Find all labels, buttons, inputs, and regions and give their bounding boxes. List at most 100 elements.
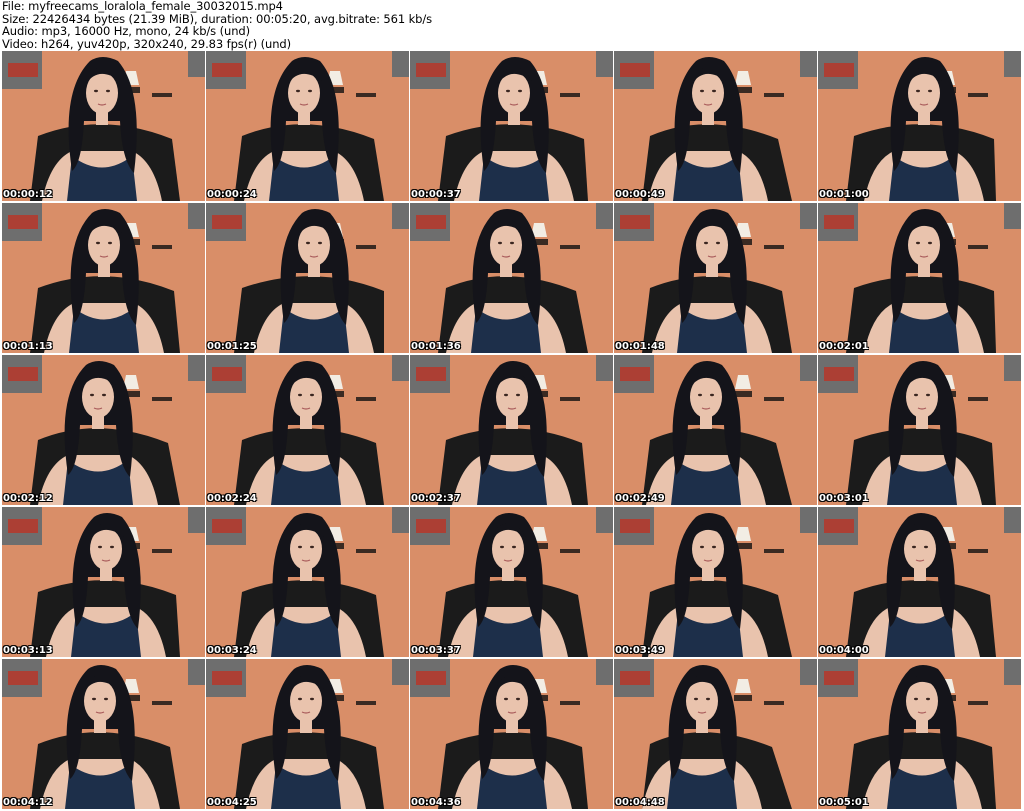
video-frame-icon — [614, 355, 817, 505]
poster-right — [392, 51, 409, 77]
thumbnail-timestamp: 00:02:37 — [411, 493, 461, 504]
thumbnail-timestamp: 00:00:12 — [3, 189, 53, 200]
video-thumbnail: 00:04:48 — [614, 659, 817, 809]
file-info-header: File: myfreecams_loralola_female_3003201… — [2, 0, 432, 50]
video-info-line: Video: h264, yuv420p, 320x240, 29.83 fps… — [2, 36, 292, 51]
video-frame-icon — [206, 659, 409, 809]
poster-right — [596, 355, 613, 381]
thumbnail-timestamp: 00:04:36 — [411, 797, 461, 808]
video-thumbnail: 00:02:01 — [818, 203, 1021, 353]
poster-right — [800, 355, 817, 381]
thumbnail-timestamp: 00:02:01 — [819, 341, 869, 352]
video-thumbnail: 00:01:48 — [614, 203, 817, 353]
thumbnail-timestamp: 00:01:13 — [3, 341, 53, 352]
video-thumbnail: 00:04:25 — [206, 659, 409, 809]
poster-right — [392, 659, 409, 685]
thumbnail-timestamp: 00:02:12 — [3, 493, 53, 504]
video-thumbnail: 00:04:12 — [2, 659, 205, 809]
thumbnail-timestamp: 00:03:37 — [411, 645, 461, 656]
poster-right — [596, 51, 613, 77]
video-frame-icon — [818, 659, 1021, 809]
thumbnail-timestamp: 00:04:12 — [3, 797, 53, 808]
video-thumbnail: 00:00:12 — [2, 51, 205, 201]
poster-right — [596, 507, 613, 533]
thumbnail-timestamp: 00:02:24 — [207, 493, 257, 504]
video-frame-icon — [410, 355, 613, 505]
poster-right — [188, 659, 205, 685]
video-thumbnail: 00:03:13 — [2, 507, 205, 657]
thumbnail-timestamp: 00:00:49 — [615, 189, 665, 200]
poster-right — [188, 51, 205, 77]
video-thumbnail: 00:01:00 — [818, 51, 1021, 201]
thumbnail-timestamp: 00:03:13 — [3, 645, 53, 656]
video-frame-icon — [410, 507, 613, 657]
thumbnail-timestamp: 00:05:01 — [819, 797, 869, 808]
video-frame-icon — [410, 659, 613, 809]
video-thumbnail: 00:03:01 — [818, 355, 1021, 505]
video-thumbnail: 00:01:25 — [206, 203, 409, 353]
video-thumbnail: 00:03:49 — [614, 507, 817, 657]
audio-info-line: Audio: mp3, 16000 Hz, mono, 24 kb/s (und… — [2, 24, 250, 38]
video-frame-icon — [2, 355, 205, 505]
thumbnail-timestamp: 00:01:48 — [615, 341, 665, 352]
poster-right — [800, 507, 817, 533]
poster-right — [1004, 51, 1021, 77]
video-thumbnail: 00:00:49 — [614, 51, 817, 201]
poster-right — [800, 51, 817, 77]
video-thumbnail: 00:01:36 — [410, 203, 613, 353]
video-thumbnail: 00:00:37 — [410, 51, 613, 201]
video-frame-icon — [206, 507, 409, 657]
thumbnail-timestamp: 00:01:36 — [411, 341, 461, 352]
thumbnail-timestamp: 00:00:37 — [411, 189, 461, 200]
thumbnail-timestamp: 00:03:01 — [819, 493, 869, 504]
video-thumbnail: 00:04:00 — [818, 507, 1021, 657]
poster-right — [1004, 203, 1021, 229]
poster-right — [188, 507, 205, 533]
poster-right — [800, 203, 817, 229]
file-name-line: File: myfreecams_loralola_female_3003201… — [2, 0, 283, 13]
video-thumbnail: 00:04:36 — [410, 659, 613, 809]
video-frame-icon — [614, 203, 817, 353]
thumbnail-timestamp: 00:01:00 — [819, 189, 869, 200]
poster-right — [596, 659, 613, 685]
poster-right — [188, 203, 205, 229]
video-frame-icon — [2, 203, 205, 353]
video-frame-icon — [614, 507, 817, 657]
poster-right — [1004, 659, 1021, 685]
poster-right — [392, 507, 409, 533]
poster-right — [1004, 507, 1021, 533]
video-thumbnail: 00:02:49 — [614, 355, 817, 505]
video-frame-icon — [2, 51, 205, 201]
video-thumbnail: 00:01:13 — [2, 203, 205, 353]
thumbnail-timestamp: 00:04:25 — [207, 797, 257, 808]
video-frame-icon — [818, 507, 1021, 657]
video-thumbnail: 00:02:12 — [2, 355, 205, 505]
video-thumbnail: 00:03:37 — [410, 507, 613, 657]
video-frame-icon — [206, 203, 409, 353]
video-frame-icon — [818, 203, 1021, 353]
video-frame-icon — [818, 355, 1021, 505]
video-thumbnail: 00:03:24 — [206, 507, 409, 657]
video-frame-icon — [410, 51, 613, 201]
poster-right — [596, 203, 613, 229]
thumbnail-timestamp: 00:00:24 — [207, 189, 257, 200]
video-frame-icon — [818, 51, 1021, 201]
video-frame-icon — [206, 51, 409, 201]
video-frame-icon — [614, 659, 817, 809]
video-frame-icon — [2, 507, 205, 657]
thumbnail-grid: 00:00:12 00:00:24 00:00:37 00:00:49 00:0… — [2, 51, 1021, 809]
thumbnail-timestamp: 00:04:00 — [819, 645, 869, 656]
thumbnail-timestamp: 00:02:49 — [615, 493, 665, 504]
thumbnail-timestamp: 00:04:48 — [615, 797, 665, 808]
thumbnail-timestamp: 00:03:49 — [615, 645, 665, 656]
poster-right — [800, 659, 817, 685]
thumbnail-timestamp: 00:03:24 — [207, 645, 257, 656]
video-frame-icon — [410, 203, 613, 353]
poster-right — [188, 355, 205, 381]
video-frame-icon — [206, 355, 409, 505]
poster-right — [392, 355, 409, 381]
poster-right — [1004, 355, 1021, 381]
video-thumbnail: 00:00:24 — [206, 51, 409, 201]
thumbnail-timestamp: 00:01:25 — [207, 341, 257, 352]
video-thumbnail: 00:02:24 — [206, 355, 409, 505]
